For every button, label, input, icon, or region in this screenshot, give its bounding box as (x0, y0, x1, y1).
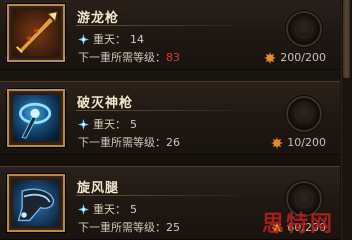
requirement-label: 下一重所需等级： (78, 221, 166, 234)
blue-star-icon (78, 118, 89, 130)
scrollbar-thumb[interactable] (343, 0, 350, 78)
requirement-row: 下一重所需等级：25 (78, 219, 180, 235)
blue-star-icon (78, 33, 89, 45)
level-row: 重天： 14 (78, 32, 144, 46)
skill-card-2[interactable]: 破灭神枪 重天： 5 下一重所需等级：26 10/200 (0, 81, 340, 155)
skill-name: 破灭神枪 (77, 96, 134, 111)
dragon-spear-icon (13, 10, 59, 56)
requirement-label: 下一重所需等级： (78, 136, 166, 149)
blue-star-icon (78, 203, 89, 215)
watermark: 思特网 (262, 212, 335, 237)
cost-value: 200/200 (280, 51, 326, 64)
skill-icon-frame[interactable] (7, 89, 65, 147)
whirlwind-boot-icon (13, 180, 59, 226)
cost-display: 10/200 (271, 136, 326, 149)
requirement-value: 26 (166, 136, 180, 149)
level-label: 重天： (93, 33, 126, 46)
skill-card-1[interactable]: 游龙枪 重天： 14 下一重所需等级：83 200/200 (0, 0, 340, 70)
level-row: 重天： 5 (78, 202, 137, 216)
level-label: 重天： (93, 203, 126, 216)
cost-value: 10/200 (287, 136, 326, 149)
level-value: 14 (130, 32, 144, 46)
divider (76, 110, 256, 111)
requirement-row: 下一重所需等级：26 (78, 134, 180, 150)
divider (76, 25, 256, 26)
requirement-label: 下一重所需等级： (78, 51, 166, 64)
skill-panel: 游龙枪 重天： 14 下一重所需等级：83 200/200 破灭神枪 重天： 5… (0, 0, 352, 240)
upgrade-slot-button[interactable] (286, 11, 322, 47)
skill-name: 旋风腿 (77, 181, 120, 196)
upgrade-slot-button[interactable] (286, 96, 322, 132)
maple-leaf-icon (264, 51, 277, 64)
level-value: 5 (130, 202, 137, 216)
cost-display: 200/200 (264, 51, 326, 64)
divider (76, 195, 256, 196)
skill-icon-frame[interactable] (7, 4, 65, 62)
scrollbar[interactable] (341, 0, 352, 240)
maple-leaf-icon (271, 136, 284, 149)
level-row: 重天： 5 (78, 117, 137, 131)
blue-spear-icon (13, 95, 59, 141)
requirement-value: 83 (166, 51, 180, 64)
skill-icon-frame[interactable] (7, 174, 65, 232)
skill-name: 游龙枪 (77, 11, 120, 26)
requirement-value: 25 (166, 221, 180, 234)
level-value: 5 (130, 117, 137, 131)
level-label: 重天： (93, 118, 126, 131)
requirement-row: 下一重所需等级：83 (78, 49, 180, 65)
